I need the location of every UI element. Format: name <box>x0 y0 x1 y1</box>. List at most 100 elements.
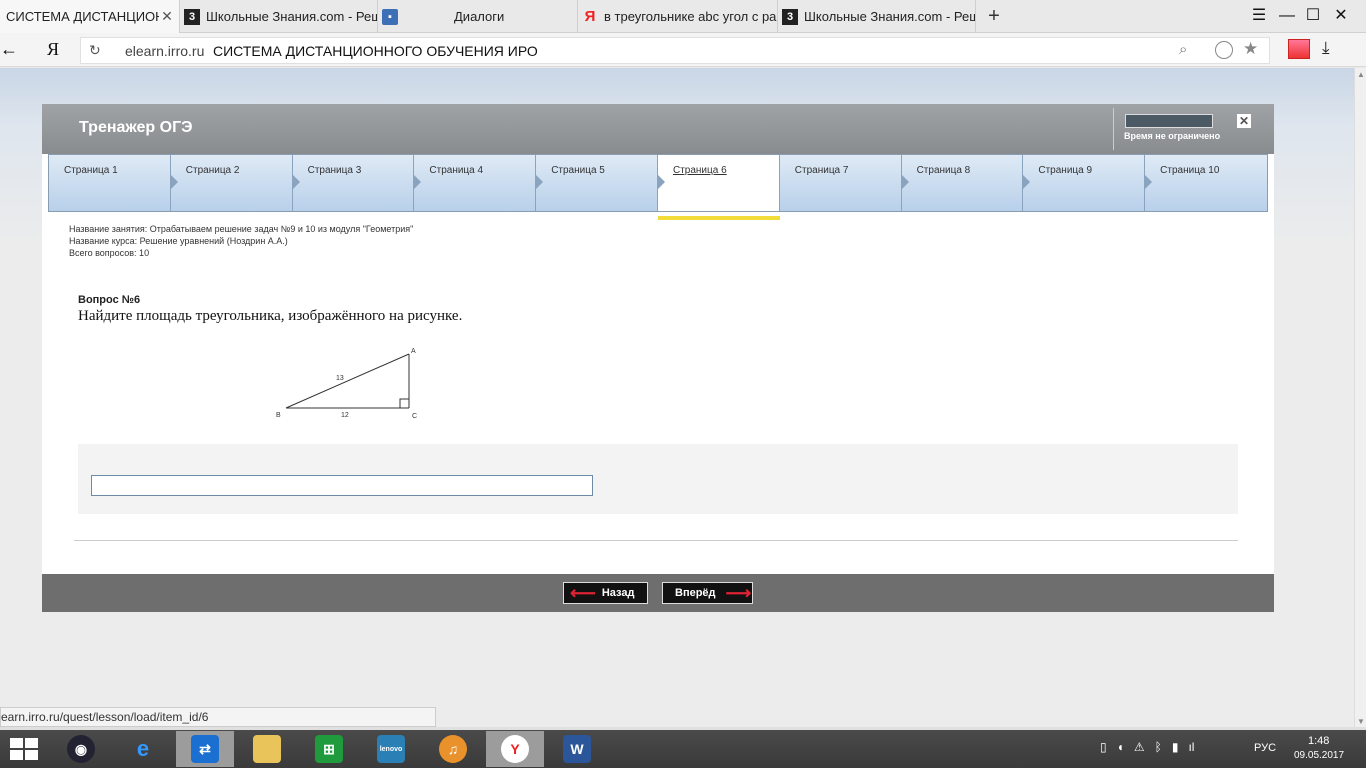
tab-page-4[interactable]: Страница 4 <box>414 155 537 211</box>
menu-icon[interactable]: ☰ <box>1248 5 1270 27</box>
tab-page-3[interactable]: Страница 3 <box>292 155 415 211</box>
tab-elearn[interactable]: СИСТЕМА ДИСТАНЦИОННОГО ОБУЧЕНИЯ ИРО ✕ <box>0 0 180 33</box>
lenovo-icon: lenovo <box>377 735 405 763</box>
tab-page-10[interactable]: Страница 10 <box>1145 155 1267 211</box>
star-icon[interactable]: ★ <box>1243 39 1258 59</box>
question-number: Вопрос №6 <box>78 294 141 306</box>
tab-notch <box>657 175 665 189</box>
globe-icon[interactable] <box>1215 41 1233 59</box>
tab-page-5[interactable]: Страница 5 <box>536 155 658 211</box>
page-tab-label: Страница 8 <box>916 165 971 176</box>
question-text: Найдите площадь треугольника, изображённ… <box>78 308 463 324</box>
next-button-label: Вперёд <box>675 587 716 599</box>
timer-label: Время не ограничено <box>1124 131 1221 141</box>
clock-date[interactable]: 09.05.2017 <box>1294 750 1344 761</box>
tab-notch <box>292 175 300 189</box>
scroll-down-icon[interactable]: ▼ <box>1357 717 1365 726</box>
right-angle-mark <box>399 398 409 408</box>
vertex-c-label: C <box>412 413 417 420</box>
taskbar-music[interactable]: ♫ <box>424 731 482 767</box>
word-icon: W <box>563 735 591 763</box>
taskbar-media-player[interactable]: ◉ <box>52 731 110 767</box>
tab-page-2[interactable]: Страница 2 <box>170 155 293 211</box>
page-tab-label: Страница 2 <box>185 165 240 176</box>
store-icon: ⊞ <box>315 735 343 763</box>
znania-icon: 3 <box>782 8 798 25</box>
browser-tab-bar: СИСТЕМА ДИСТАНЦИОННОГО ОБУЧЕНИЯ ИРО ✕ 3 … <box>0 0 1366 33</box>
tab-page-7[interactable]: Страница 7 <box>779 155 902 211</box>
taskbar-ie[interactable]: e <box>114 731 172 767</box>
clock-time[interactable]: 1:48 <box>1308 735 1329 747</box>
language-indicator[interactable]: РУС <box>1254 742 1276 754</box>
hypotenuse-label: 13 <box>336 375 344 382</box>
active-page-indicator <box>658 216 780 220</box>
reload-icon[interactable]: ↻ <box>89 42 101 59</box>
close-icon[interactable]: ✕ <box>159 8 175 25</box>
tab-label: СИСТЕМА ДИСТАНЦИОННОГО ОБУЧЕНИЯ ИРО <box>6 9 159 24</box>
minimize-icon[interactable]: — <box>1276 5 1298 27</box>
vertical-scrollbar[interactable]: ▲ ▼ <box>1354 68 1366 728</box>
answer-input[interactable] <box>91 475 593 496</box>
page-tabs: Страница 1 Страница 2 Страница 3 Страниц… <box>48 154 1268 212</box>
battery-icon[interactable]: ▯ <box>1100 740 1107 754</box>
back-button[interactable]: ⟵ Назад <box>563 582 648 604</box>
close-window-icon[interactable]: ✕ <box>1330 5 1352 27</box>
taskbar-store[interactable]: ⊞ <box>300 731 358 767</box>
url-box[interactable]: ↻ elearn.irro.ru СИСТЕМА ДИСТАНЦИОННОГО … <box>80 37 1270 64</box>
yandex-logo[interactable]: Я <box>47 39 59 60</box>
signal-icon[interactable]: ıl <box>1188 740 1194 754</box>
tab-yandex-search[interactable]: Я в треугольнике abc угол с равен <box>578 0 778 33</box>
vertex-a-label: A <box>411 348 416 355</box>
tab-page-9[interactable]: Страница 9 <box>1023 155 1146 211</box>
address-bar: ← Я ↻ elearn.irro.ru СИСТЕМА ДИСТАНЦИОНН… <box>0 33 1366 67</box>
page-tab-label: Страница 7 <box>794 165 849 176</box>
lesson-meta: Название занятия: Отрабатываем решение з… <box>69 223 413 259</box>
maximize-icon[interactable]: ☐ <box>1302 5 1324 27</box>
yandex-browser-icon: Y <box>501 735 529 763</box>
volume-icon[interactable]: ◖ <box>1117 740 1124 754</box>
back-button-label: Назад <box>601 587 635 599</box>
url-page-title: СИСТЕМА ДИСТАНЦИОННОГО ОБУЧЕНИЯ ИРО <box>213 43 538 59</box>
tab-znania-1[interactable]: 3 Школьные Знания.com - Решение <box>180 0 378 33</box>
question-count: Всего вопросов: 10 <box>69 248 150 258</box>
taskbar-yandex-browser[interactable]: Y <box>486 731 544 767</box>
taskbar-word[interactable]: W <box>548 731 606 767</box>
znania-icon: 3 <box>184 8 200 25</box>
tab-page-1[interactable]: Страница 1 <box>49 155 171 211</box>
download-icon[interactable]: ⤓ <box>1322 38 1330 58</box>
new-tab-button[interactable]: + <box>982 4 1006 28</box>
folder-icon <box>253 735 281 763</box>
windows-start-icon[interactable] <box>10 738 38 760</box>
status-bar-url: earn.irro.ru/quest/lesson/load/item_id/6 <box>0 707 436 727</box>
timer-bar <box>1125 114 1213 128</box>
tab-notch <box>1145 175 1153 189</box>
taskbar-lenovo[interactable]: lenovo <box>362 731 420 767</box>
search-icon[interactable]: ⌕ <box>1179 41 1187 58</box>
tab-page-6[interactable]: Страница 6 <box>657 155 780 211</box>
taskbar-explorer[interactable] <box>238 731 296 767</box>
bluetooth-icon[interactable]: ᛒ <box>1155 740 1162 754</box>
dialogs-icon: ▪ <box>382 8 398 25</box>
next-button[interactable]: Вперёд ⟶ <box>662 582 753 604</box>
vertex-b-label: B <box>276 412 281 419</box>
page-tab-label: Страница 9 <box>1038 165 1093 176</box>
page-tab-label: Страница 3 <box>307 165 362 176</box>
trainer-panel: Тренажер ОГЭ Время не ограничено ✕ Стран… <box>42 104 1274 612</box>
network-icon[interactable]: ▮ <box>1172 740 1179 754</box>
tab-notch <box>901 175 909 189</box>
tab-label: в треугольнике abc угол с равен <box>604 9 777 24</box>
notification-icon[interactable]: ⚠ <box>1134 740 1145 754</box>
tab-page-8[interactable]: Страница 8 <box>901 155 1024 211</box>
course-name: Название курса: Решение уравнений (Ноздр… <box>69 236 288 246</box>
close-icon[interactable]: ✕ <box>1237 114 1251 128</box>
back-arrow-icon[interactable]: ← <box>0 39 18 60</box>
tab-notch <box>536 175 544 189</box>
leg-label: 12 <box>341 412 349 419</box>
taskbar-teamviewer[interactable]: ⇄ <box>176 731 234 767</box>
divider <box>1113 108 1114 150</box>
scroll-up-icon[interactable]: ▲ <box>1357 70 1365 79</box>
tab-notch <box>414 175 422 189</box>
tab-dialogs[interactable]: ▪ Диалоги <box>378 0 578 33</box>
extension-icon[interactable] <box>1288 39 1310 59</box>
tab-znania-2[interactable]: 3 Школьные Знания.com - Решение <box>778 0 976 33</box>
